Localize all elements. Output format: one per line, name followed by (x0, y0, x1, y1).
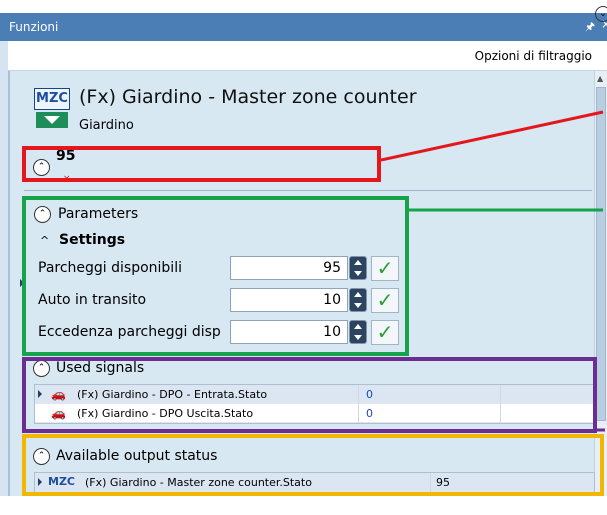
window-left-border (0, 41, 8, 515)
chevron-down-icon[interactable]: ⌄ (595, 6, 607, 22)
expand-down-icon[interactable] (36, 112, 68, 128)
highlight-box-value (22, 146, 381, 182)
highlight-box-output-status (22, 434, 604, 496)
window-bottom (0, 496, 607, 515)
filter-bar: Opzioni di filtraggio (8, 41, 607, 71)
function-subtitle: Giardino (79, 118, 134, 133)
mzc-icon-label: MZC (34, 88, 70, 110)
window-title: Funzioni (9, 20, 59, 34)
scrollbar-thumb[interactable] (596, 87, 606, 421)
highlight-box-used-signals (22, 357, 597, 433)
function-title: (Fx) Giardino - Master zone counter (79, 86, 417, 108)
pin-icon[interactable]: 🖈 (585, 18, 595, 37)
scroll-up-icon[interactable]: ▲ (597, 74, 603, 83)
filter-options-label[interactable]: Opzioni di filtraggio (475, 49, 592, 63)
highlight-box-parameters (22, 196, 409, 356)
window-titlebar: Funzioni 🖈 × (0, 13, 607, 41)
section-divider (24, 190, 592, 191)
mzc-function-icon: MZC (34, 88, 70, 128)
